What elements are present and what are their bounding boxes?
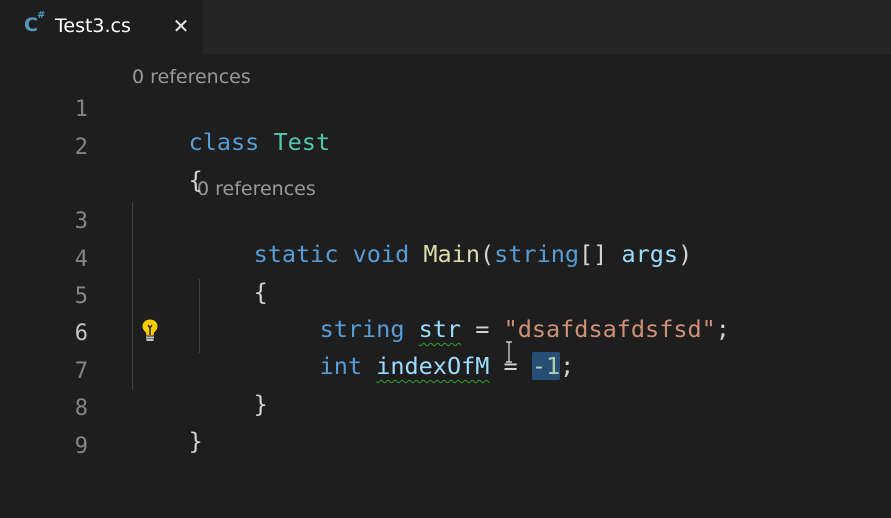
code-line-2: { [132, 132, 203, 194]
keyword-token: int [319, 352, 363, 380]
csharp-icon-sharp: # [37, 10, 46, 21]
variable-token-warning: indexOfM [376, 352, 490, 380]
code-line-8: } [132, 393, 203, 455]
brace-token: { [188, 166, 203, 194]
semicolon-token: ; [560, 352, 575, 380]
line-number: 4 [74, 247, 88, 272]
code-line-4: { [197, 244, 268, 306]
method-name-token: Main [423, 240, 480, 268]
close-icon[interactable]: ✕ [170, 12, 192, 40]
codelens-references[interactable]: 0 references [132, 64, 251, 90]
code-line-1: class Test [132, 94, 331, 156]
class-name-token: Test [273, 128, 331, 156]
code-editor[interactable]: 1 2 3 4 5 6 7 8 9 0 references 0 referen… [0, 54, 891, 518]
code-line-6: int indexOfM = -1; [263, 318, 574, 380]
line-number: 1 [74, 97, 88, 122]
paren-token: ( [479, 240, 495, 268]
text-cursor-icon [506, 341, 512, 363]
bracket-token: [] [579, 240, 608, 268]
csharp-file-icon: C # [24, 10, 46, 37]
line-number: 5 [74, 284, 88, 309]
keyword-token: void [352, 240, 410, 268]
line-number: 9 [74, 434, 88, 459]
line-number: 3 [74, 209, 88, 234]
tab-bar: C # Test3.cs ✕ [0, 0, 891, 54]
indent-guide [132, 202, 133, 390]
tab-test3-cs[interactable]: C # Test3.cs ✕ [0, 0, 203, 54]
brace-token: } [188, 427, 203, 455]
selected-number-literal[interactable]: -1 [531, 352, 561, 380]
semicolon-token: ; [715, 315, 730, 343]
code-line-3: static void Main(string[] args) [197, 206, 693, 268]
codelens-references[interactable]: 0 references [197, 176, 316, 202]
line-number: 8 [74, 396, 88, 421]
paren-token: ) [678, 240, 693, 268]
line-number: 7 [74, 359, 88, 384]
keyword-token: string [494, 240, 580, 268]
brace-token: } [253, 390, 268, 418]
csharp-icon-letter: C [24, 14, 38, 36]
tab-title: Test3.cs [55, 15, 131, 37]
code-line-7: } [197, 356, 268, 418]
code-line-5: string str = "dsafdsafdsfsd"; [263, 281, 730, 343]
line-number: 2 [74, 135, 88, 160]
lightbulb-icon[interactable] [139, 317, 161, 343]
parameter-token: args [621, 240, 679, 268]
line-number-active: 6 [74, 321, 88, 346]
